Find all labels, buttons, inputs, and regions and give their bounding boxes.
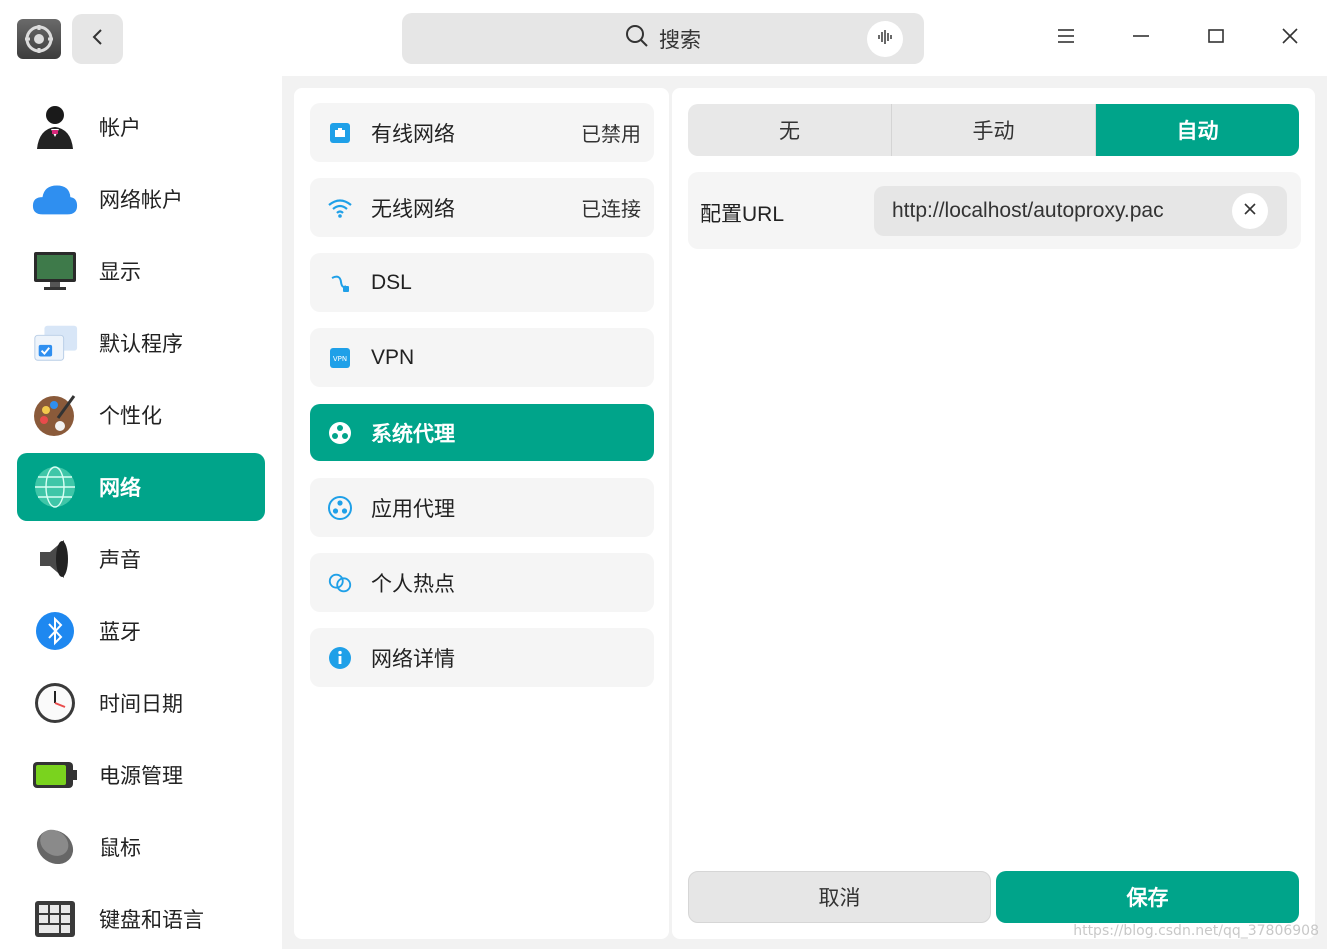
info-icon bbox=[327, 645, 353, 671]
network-item-status: 已禁用 bbox=[581, 124, 641, 146]
sidebar-item-display[interactable]: 显示 bbox=[17, 237, 265, 305]
clear-url-button[interactable] bbox=[1232, 193, 1268, 229]
network-category-list: 有线网络 已禁用 无线网络 已连接 DSL VPN VPN 系统代理 应用代理 bbox=[294, 88, 669, 939]
proxy-mode-auto[interactable]: 自动 bbox=[1096, 104, 1299, 156]
voice-input-button[interactable] bbox=[867, 21, 903, 57]
sidebar-item-label: 时间日期 bbox=[99, 693, 183, 716]
proxy-mode-selector: 无 手动 自动 bbox=[688, 104, 1299, 156]
network-item-wireless[interactable]: 无线网络 已连接 bbox=[310, 178, 654, 237]
system-proxy-icon bbox=[327, 420, 353, 446]
minimize-button[interactable] bbox=[1121, 18, 1161, 58]
sidebar-item-label: 网络帐户 bbox=[99, 189, 183, 212]
network-item-label: VPN bbox=[371, 345, 415, 369]
display-icon bbox=[31, 247, 79, 295]
minimize-icon bbox=[1131, 26, 1151, 51]
sidebar-item-personalization[interactable]: 个性化 bbox=[17, 381, 265, 449]
network-item-wired[interactable]: 有线网络 已禁用 bbox=[310, 103, 654, 162]
sidebar-item-account[interactable]: 帐户 bbox=[17, 93, 265, 161]
clock-icon bbox=[31, 679, 79, 727]
sidebar-item-label: 蓝牙 bbox=[99, 621, 141, 644]
save-button[interactable]: 保存 bbox=[996, 871, 1299, 923]
config-url-value: http://localhost/autoproxy.pac bbox=[892, 199, 1164, 222]
sidebar-item-label: 显示 bbox=[99, 261, 141, 284]
mouse-icon bbox=[31, 823, 79, 871]
network-item-label: DSL bbox=[371, 270, 412, 294]
search-placeholder: 搜索 bbox=[659, 28, 701, 52]
network-item-label: 系统代理 bbox=[371, 422, 455, 446]
sidebar-item-datetime[interactable]: 时间日期 bbox=[17, 669, 265, 737]
config-url-label: 配置URL bbox=[700, 203, 785, 226]
hotspot-icon bbox=[327, 570, 353, 596]
system-proxy-panel: 无 手动 自动 配置URL http://localhost/autoproxy… bbox=[672, 88, 1315, 939]
search-input[interactable]: 搜索 bbox=[402, 13, 924, 64]
network-item-hotspot[interactable]: 个人热点 bbox=[310, 553, 654, 612]
network-item-label: 网络详情 bbox=[371, 647, 455, 671]
maximize-icon bbox=[1206, 26, 1226, 51]
wired-icon bbox=[327, 120, 353, 146]
default-apps-icon bbox=[31, 319, 79, 367]
menu-button[interactable] bbox=[1046, 18, 1086, 58]
sidebar-item-label: 声音 bbox=[99, 549, 141, 572]
battery-icon bbox=[31, 751, 79, 799]
network-item-status: 已连接 bbox=[581, 199, 641, 221]
network-item-system-proxy[interactable]: 系统代理 bbox=[310, 404, 654, 461]
network-item-label: 应用代理 bbox=[371, 497, 455, 521]
sidebar-item-label: 键盘和语言 bbox=[99, 909, 204, 932]
bluetooth-icon bbox=[31, 607, 79, 655]
dsl-icon bbox=[327, 270, 353, 296]
sidebar-item-label: 网络 bbox=[99, 477, 141, 500]
settings-app-icon bbox=[17, 19, 61, 59]
network-item-vpn[interactable]: VPN VPN bbox=[310, 328, 654, 387]
back-button[interactable] bbox=[72, 14, 123, 64]
cloud-icon bbox=[31, 175, 79, 223]
network-item-label: 无线网络 bbox=[371, 197, 455, 221]
sidebar: 帐户 网络帐户 显示 默认程序 个性化 网络 声音 蓝牙 时间日期 电源管理 鼠… bbox=[0, 76, 282, 949]
config-url-input[interactable]: http://localhost/autoproxy.pac bbox=[874, 186, 1287, 236]
sidebar-item-label: 帐户 bbox=[99, 117, 141, 140]
network-item-details[interactable]: 网络详情 bbox=[310, 628, 654, 687]
voice-wave-icon bbox=[876, 28, 894, 51]
search-icon bbox=[625, 24, 649, 54]
speaker-icon bbox=[31, 535, 79, 583]
keyboard-icon bbox=[31, 895, 79, 943]
sidebar-item-label: 电源管理 bbox=[99, 765, 183, 788]
network-item-dsl[interactable]: DSL bbox=[310, 253, 654, 312]
sidebar-item-mouse[interactable]: 鼠标 bbox=[17, 813, 265, 881]
svg-text:VPN: VPN bbox=[333, 355, 347, 363]
sidebar-item-sound[interactable]: 声音 bbox=[17, 525, 265, 593]
sidebar-item-bluetooth[interactable]: 蓝牙 bbox=[17, 597, 265, 665]
watermark-text: https://blog.csdn.net/qq_37806908 bbox=[1073, 923, 1319, 939]
app-proxy-icon bbox=[327, 495, 353, 521]
sidebar-item-network-account[interactable]: 网络帐户 bbox=[17, 165, 265, 233]
close-button[interactable] bbox=[1270, 18, 1310, 58]
sidebar-item-power[interactable]: 电源管理 bbox=[17, 741, 265, 809]
network-item-label: 个人热点 bbox=[371, 572, 455, 596]
close-icon bbox=[1280, 26, 1300, 51]
wifi-icon bbox=[327, 195, 353, 221]
sidebar-item-label: 鼠标 bbox=[99, 837, 141, 860]
config-url-row: 配置URL http://localhost/autoproxy.pac bbox=[688, 172, 1301, 249]
palette-icon bbox=[31, 391, 79, 439]
chevron-left-icon bbox=[91, 27, 105, 52]
sidebar-item-label: 默认程序 bbox=[99, 333, 183, 356]
sidebar-item-default-apps[interactable]: 默认程序 bbox=[17, 309, 265, 377]
cancel-button[interactable]: 取消 bbox=[688, 871, 991, 923]
proxy-mode-manual[interactable]: 手动 bbox=[892, 104, 1096, 156]
proxy-mode-none[interactable]: 无 bbox=[688, 104, 892, 156]
network-icon bbox=[31, 463, 79, 511]
account-icon bbox=[31, 103, 79, 151]
sidebar-item-label: 个性化 bbox=[99, 405, 162, 428]
clear-icon bbox=[1243, 202, 1257, 221]
network-item-app-proxy[interactable]: 应用代理 bbox=[310, 478, 654, 537]
sidebar-item-network[interactable]: 网络 bbox=[17, 453, 265, 521]
menu-icon bbox=[1056, 27, 1076, 50]
vpn-icon: VPN bbox=[327, 345, 353, 371]
title-bar: 搜索 bbox=[0, 0, 1327, 76]
maximize-button[interactable] bbox=[1196, 18, 1236, 58]
network-item-label: 有线网络 bbox=[371, 122, 455, 146]
sidebar-item-keyboard[interactable]: 键盘和语言 bbox=[17, 885, 265, 949]
